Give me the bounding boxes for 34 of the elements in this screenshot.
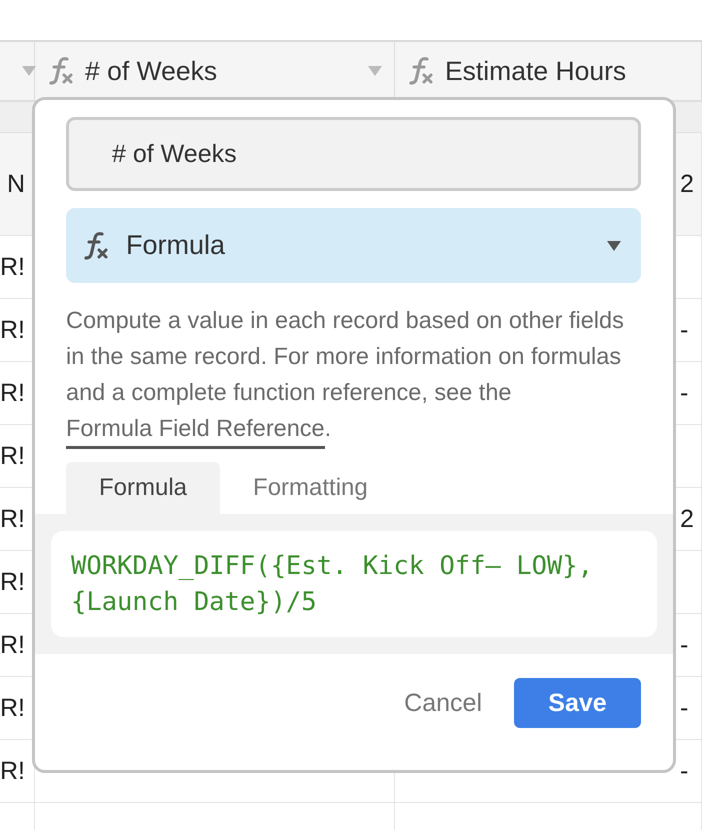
column-header-title: Estimate Hours <box>445 56 626 86</box>
field-description: Compute a value in each record based on other fields in the same record. For more information on formulas and a complete function reference, see the Formula Field Reference. <box>66 302 643 446</box>
table-cell: - <box>680 630 688 660</box>
table-cell: R! <box>0 756 25 786</box>
field-name-input[interactable]: # of Weeks <box>66 117 641 191</box>
table-cell: 2 <box>680 170 694 198</box>
tab[interactable]: Formula <box>66 462 220 514</box>
table-cell: - <box>680 694 688 722</box>
table-cell: R! <box>0 442 25 470</box>
save-button[interactable]: Save <box>514 678 641 728</box>
field-type-select[interactable]: Formula <box>66 208 641 283</box>
caret-icon[interactable] <box>368 66 382 76</box>
table-cell: - <box>680 378 688 408</box>
table-cell: R! <box>0 504 25 534</box>
table-cell: R! <box>0 568 25 596</box>
caret-icon[interactable] <box>22 66 36 76</box>
formula-input[interactable]: WORKDAY_DIFF({Est. Kick Off– LOW}, {Launch Date})/5 <box>51 531 657 637</box>
table-cell: R! <box>0 630 25 660</box>
formula-icon <box>82 232 110 260</box>
cancel-button[interactable]: Cancel <box>404 688 482 718</box>
formula-icon <box>407 57 435 85</box>
tab[interactable]: Formatting <box>220 462 401 514</box>
table-cell: R! <box>0 252 25 282</box>
table-cell: N <box>6 170 25 198</box>
table-cell: R! <box>0 694 25 722</box>
dropdown-caret-icon[interactable] <box>607 240 621 250</box>
table-cell: - <box>680 756 688 786</box>
table-cell: R! <box>0 316 25 344</box>
table-cell: - <box>680 316 688 344</box>
column-header-title: # of Weeks <box>85 56 218 86</box>
table-cell: 2 <box>680 504 694 534</box>
table-cell: R! <box>0 378 25 408</box>
formula-icon <box>47 57 75 85</box>
reference-link[interactable]: Formula Field Reference <box>66 415 325 449</box>
